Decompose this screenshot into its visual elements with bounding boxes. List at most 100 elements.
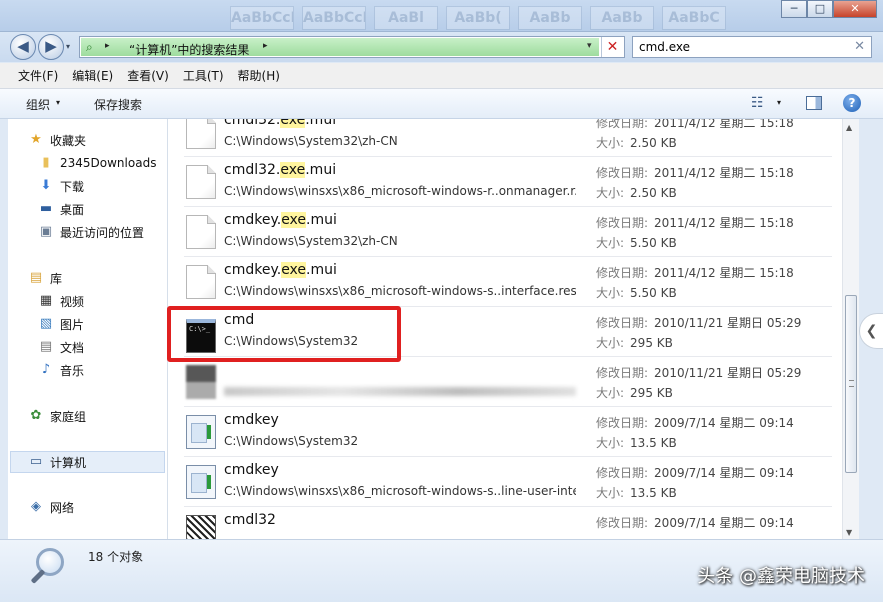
list-item-cmd[interactable]: C:\>_ cmd C:\Windows\System32 修改日期: 2010/… — [184, 307, 832, 357]
menu-tools[interactable]: 工具(T) — [183, 67, 224, 84]
nav-item-pictures[interactable]: ▧ 图片 — [38, 314, 84, 334]
nav-homegroup-label: 家庭组 — [50, 409, 87, 424]
collapse-side-panel-button[interactable]: ❮ — [859, 313, 883, 349]
library-icon: ▤ — [29, 270, 43, 285]
preview-pane-icon[interactable] — [806, 96, 822, 110]
forward-button[interactable]: ▶ — [38, 34, 64, 60]
nav-item-label: 音乐 — [60, 363, 85, 378]
file-modified: 修改日期: 2011/4/12 星期二 15:18 — [596, 119, 794, 130]
nav-libraries-label: 库 — [50, 271, 63, 286]
stop-search-button[interactable]: ✕ — [601, 37, 623, 57]
music-library-icon: ♪ — [41, 362, 51, 377]
nav-item-label: 文档 — [60, 340, 85, 355]
list-item[interactable]: cmdkey C:\Windows\System32 修改日期: 2009/7/1… — [184, 407, 832, 457]
help-icon[interactable]: ? — [843, 94, 861, 112]
search-progress-fill: ⌕ ▸ “计算机”中的搜索结果 ▸ ▾ — [81, 38, 599, 58]
menu-view[interactable]: 查看(V) — [127, 67, 169, 84]
watermark: 头条 @鑫荣电脑技术 — [697, 566, 865, 587]
file-path: C:\Windows\System32 — [224, 334, 359, 348]
organize-button[interactable]: 组织 — [26, 96, 50, 113]
nav-item-videos[interactable]: ▦ 视频 — [38, 291, 84, 311]
change-view-icon[interactable]: ☷ — [751, 95, 764, 111]
background-ribbon-ghost: AaBbCcDd AaBbCcDd AaBl AaBb( AaBb AaBb A… — [230, 6, 726, 30]
command-bar: 组织 ▾ 保存搜索 ☷ ▾ ? — [0, 89, 883, 119]
scrollbar-grip-icon — [849, 380, 854, 387]
breadcrumb-separator-icon[interactable]: ▸ — [105, 41, 110, 51]
back-button[interactable]: ◀ — [10, 34, 36, 60]
menu-bar: 文件(F) 编辑(E) 查看(V) 工具(T) 帮助(H) — [0, 63, 883, 89]
list-item[interactable]: cmdl32.exe.mui C:\Windows\winsxs\x86_mic… — [184, 157, 832, 207]
nav-favorites[interactable]: ★ 收藏夹 — [28, 130, 86, 150]
video-library-icon: ▦ — [39, 293, 53, 308]
clear-search-icon[interactable]: ✕ — [854, 39, 865, 54]
nav-item-music[interactable]: ♪ 音乐 — [38, 360, 84, 380]
documents-library-icon: ▤ — [39, 339, 53, 354]
search-magnifier-icon — [26, 546, 72, 592]
chevron-down-icon[interactable]: ▾ — [777, 98, 781, 107]
file-modified: 修改日期: 2011/4/12 星期二 15:18 — [596, 166, 794, 180]
magnifier-handle — [30, 569, 46, 584]
nav-item-label: 下载 — [60, 179, 85, 194]
nav-computer-label: 计算机 — [50, 455, 87, 470]
save-search-button[interactable]: 保存搜索 — [94, 96, 142, 113]
nav-item-2345downloads[interactable]: ▮ 2345Downloads — [38, 153, 156, 173]
nav-homegroup[interactable]: ✿ 家庭组 — [28, 406, 86, 426]
file-modified: 修改日期: 2010/11/21 星期日 05:29 — [596, 366, 802, 380]
scroll-up-icon[interactable]: ▲ — [846, 123, 852, 132]
homegroup-icon: ✿ — [30, 408, 42, 423]
obscured-file-icon — [186, 365, 216, 399]
nav-item-label: 最近访问的位置 — [60, 225, 145, 240]
vertical-scrollbar[interactable]: ▲ ▼ — [842, 119, 859, 539]
ghost-style: AaBbC — [662, 6, 726, 30]
details-pane: 18 个对象 头条 @鑫荣电脑技术 — [0, 539, 883, 602]
folder-icon: ▮ — [42, 155, 50, 170]
list-item[interactable]: cmdl32.exe.mui C:\Windows\System32\zh-CN… — [184, 119, 832, 157]
nav-item-downloads[interactable]: ⬇ 下载 — [38, 176, 84, 196]
ghost-style: AaBb — [590, 6, 654, 30]
nav-item-label: 2345Downloads — [60, 156, 157, 170]
address-history-dropdown[interactable]: ▾ — [587, 41, 592, 51]
nav-item-desktop[interactable]: ▬ 桌面 — [38, 199, 84, 219]
list-item[interactable]: cmdkey.exe.mui C:\Windows\System32\zh-CN… — [184, 207, 832, 257]
file-modified: 修改日期: 2009/7/14 星期二 09:14 — [596, 516, 794, 530]
file-modified: 修改日期: 2010/11/21 星期日 05:29 — [596, 316, 802, 330]
breadcrumb-separator-icon[interactable]: ▸ — [263, 41, 268, 51]
minimize-button[interactable]: ─ — [781, 0, 807, 18]
maximize-button[interactable]: □ — [807, 0, 833, 18]
nav-item-label: 视频 — [60, 294, 85, 309]
list-item[interactable]: cmdl32 修改日期: 2009/7/14 星期二 09:14 — [184, 507, 832, 539]
recent-pages-dropdown[interactable]: ▾ — [66, 42, 70, 51]
nav-libraries[interactable]: ▤ 库 — [28, 268, 62, 288]
file-path: C:\Windows\winsxs\x86_microsoft-windows-… — [224, 484, 576, 498]
menu-help[interactable]: 帮助(H) — [238, 67, 280, 84]
file-path: C:\Windows\System32\zh-CN — [224, 234, 398, 248]
ghost-style: AaBb — [518, 6, 582, 30]
ghost-style: AaBbCcDd — [302, 6, 366, 30]
scrollbar-thumb[interactable] — [845, 295, 857, 473]
search-input[interactable]: cmd.exe ✕ — [632, 36, 872, 58]
address-bar[interactable]: ⌕ ▸ “计算机”中的搜索结果 ▸ ▾ ✕ — [79, 36, 625, 58]
nav-item-recent-places[interactable]: ▣ 最近访问的位置 — [38, 222, 144, 242]
list-item[interactable]: cmdkey.exe.mui C:\Windows\winsxs\x86_mic… — [184, 257, 832, 307]
document-file-icon — [186, 215, 216, 249]
menu-edit[interactable]: 编辑(E) — [72, 67, 113, 84]
menu-file[interactable]: 文件(F) — [18, 67, 58, 84]
scroll-down-icon[interactable]: ▼ — [846, 528, 852, 537]
file-path: C:\Windows\winsxs\x86_microsoft-windows-… — [224, 284, 576, 298]
search-input-value[interactable]: cmd.exe — [639, 40, 690, 54]
nav-computer[interactable]: ▭ 计算机 — [28, 452, 86, 472]
file-path: C:\Windows\System32\zh-CN — [224, 134, 398, 148]
nav-network-label: 网络 — [50, 500, 75, 515]
pictures-library-icon: ▧ — [39, 316, 53, 331]
file-size: 大小: 295 KB — [596, 336, 673, 350]
obscured-file-path — [224, 387, 576, 396]
nav-item-documents[interactable]: ▤ 文档 — [38, 337, 84, 357]
breadcrumb-search-results[interactable]: “计算机”中的搜索结果 — [129, 41, 249, 58]
list-item[interactable]: cmdkey C:\Windows\winsxs\x86_microsoft-w… — [184, 457, 832, 507]
file-modified: 修改日期: 2011/4/12 星期二 15:18 — [596, 266, 794, 280]
chevron-down-icon[interactable]: ▾ — [56, 98, 60, 107]
file-size: 大小: 13.5 KB — [596, 486, 677, 500]
close-button[interactable]: ✕ — [833, 0, 877, 18]
list-item-obscured[interactable]: 修改日期: 2010/11/21 星期日 05:29 大小: 295 KB — [184, 357, 832, 407]
nav-network[interactable]: ◈ 网络 — [28, 497, 74, 517]
